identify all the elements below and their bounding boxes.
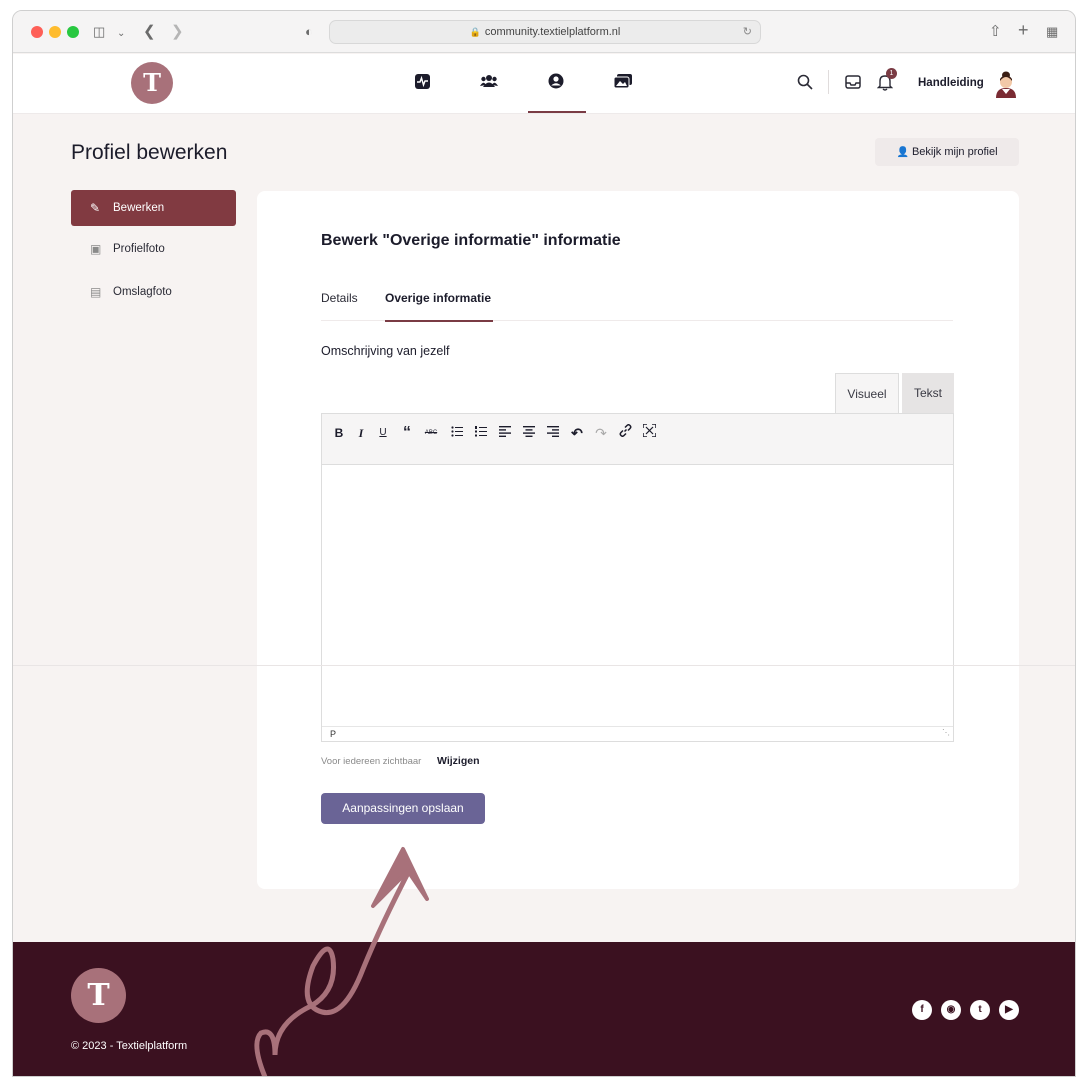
browser-window: ◫ ⌄ ❮ ❯ ◐ 🔒 community.textielplatform.nl …: [12, 10, 1076, 1077]
annotation-arrow-icon: [254, 847, 429, 1076]
